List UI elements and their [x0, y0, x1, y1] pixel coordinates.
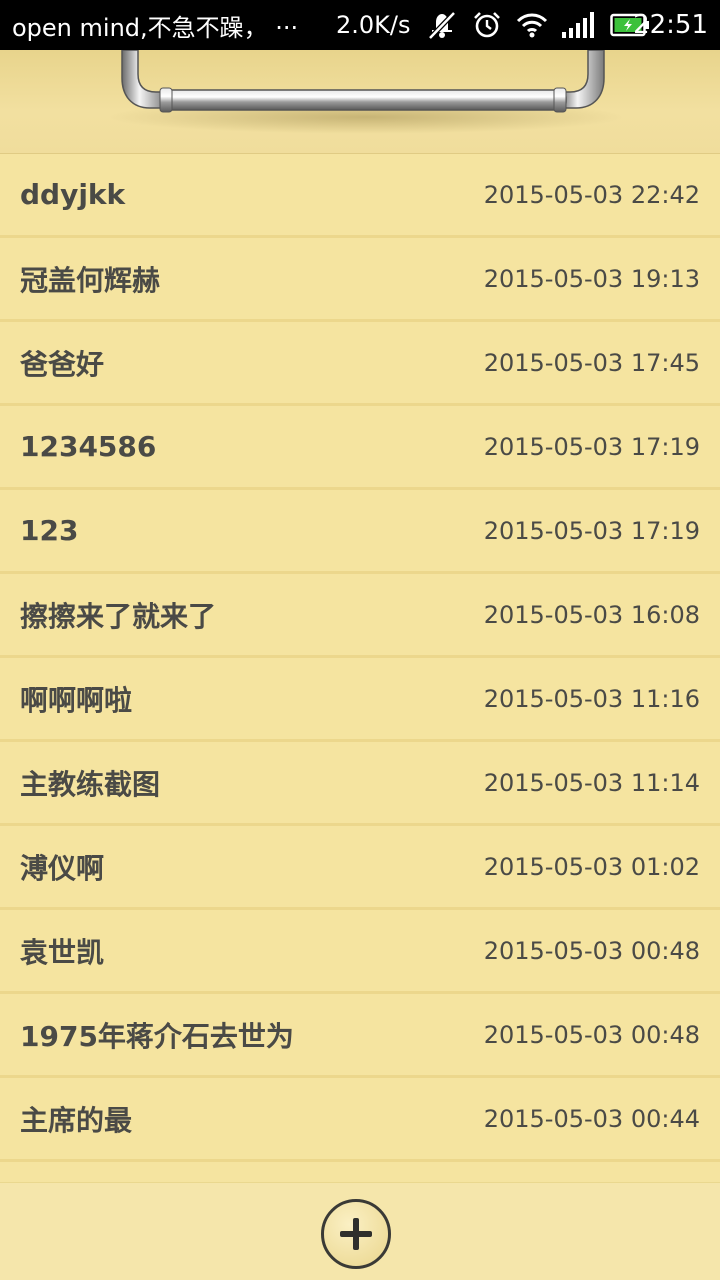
wifi-icon [516, 12, 548, 38]
clock: 22:51 [633, 10, 708, 40]
note-time: 2015-05-03 00:48 [483, 1020, 700, 1049]
note-row[interactable]: 1975年蒋介石去世为 2015-05-03 00:48 [0, 994, 720, 1078]
status-icons [426, 0, 650, 50]
note-title: 主席的最 [20, 1103, 133, 1137]
note-title: 擦擦来了就来了 [20, 599, 217, 633]
note-title: 123 [20, 514, 79, 547]
status-bar: open mind,不急不躁， ··· 2.0K/s 22:51 [0, 0, 720, 50]
note-time: 2015-05-03 00:44 [483, 1104, 700, 1133]
note-title: 主教练截图 [20, 767, 161, 801]
note-list: ddyjkk 2015-05-03 22:42 冠盖何辉赫 2015-05-03… [0, 154, 720, 1186]
bottom-bar [0, 1182, 720, 1280]
note-title: 爸爸好 [20, 347, 105, 381]
note-row[interactable]: 1234586 2015-05-03 17:19 [0, 406, 720, 490]
note-row[interactable]: 主席的最 2015-05-03 00:44 [0, 1078, 720, 1162]
note-time: 2015-05-03 00:48 [483, 936, 700, 965]
note-title: 啊啊啊啦 [20, 683, 133, 717]
note-time: 2015-05-03 19:13 [483, 264, 700, 293]
note-title: 冠盖何辉赫 [20, 263, 161, 297]
network-speed: 2.0K/s [336, 11, 411, 39]
clipboard-header [0, 50, 720, 154]
add-note-button[interactable] [321, 1199, 391, 1269]
alarm-icon [472, 10, 502, 40]
note-row[interactable]: 123 2015-05-03 17:19 [0, 490, 720, 574]
note-time: 2015-05-03 17:19 [483, 516, 700, 545]
notification-text: open mind,不急不躁， ··· [12, 13, 299, 42]
plus-circle-icon [340, 1218, 372, 1250]
note-time: 2015-05-03 01:02 [483, 852, 700, 881]
note-row[interactable]: 袁世凯 2015-05-03 00:48 [0, 910, 720, 994]
note-row[interactable]: 啊啊啊啦 2015-05-03 11:16 [0, 658, 720, 742]
note-time: 2015-05-03 17:19 [483, 432, 700, 461]
note-row[interactable]: 溥仪啊 2015-05-03 01:02 [0, 826, 720, 910]
note-row[interactable]: ddyjkk 2015-05-03 22:42 [0, 154, 720, 238]
mute-icon [426, 10, 458, 40]
note-time: 2015-05-03 16:08 [483, 600, 700, 629]
note-title: 1234586 [20, 430, 157, 463]
note-row[interactable]: 爸爸好 2015-05-03 17:45 [0, 322, 720, 406]
note-row[interactable]: 擦擦来了就来了 2015-05-03 16:08 [0, 574, 720, 658]
note-row[interactable]: 主教练截图 2015-05-03 11:14 [0, 742, 720, 826]
note-title: 溥仪啊 [20, 851, 105, 885]
note-time: 2015-05-03 17:45 [483, 348, 700, 377]
note-time: 2015-05-03 22:42 [483, 180, 700, 209]
note-title: 袁世凯 [20, 935, 105, 969]
note-title: ddyjkk [20, 178, 126, 211]
signal-icon [562, 12, 596, 38]
clipboard-clip-icon [121, 50, 605, 113]
note-row[interactable]: 冠盖何辉赫 2015-05-03 19:13 [0, 238, 720, 322]
note-title: 1975年蒋介石去世为 [20, 1019, 294, 1053]
note-time: 2015-05-03 11:16 [483, 684, 700, 713]
note-time: 2015-05-03 11:14 [483, 768, 700, 797]
